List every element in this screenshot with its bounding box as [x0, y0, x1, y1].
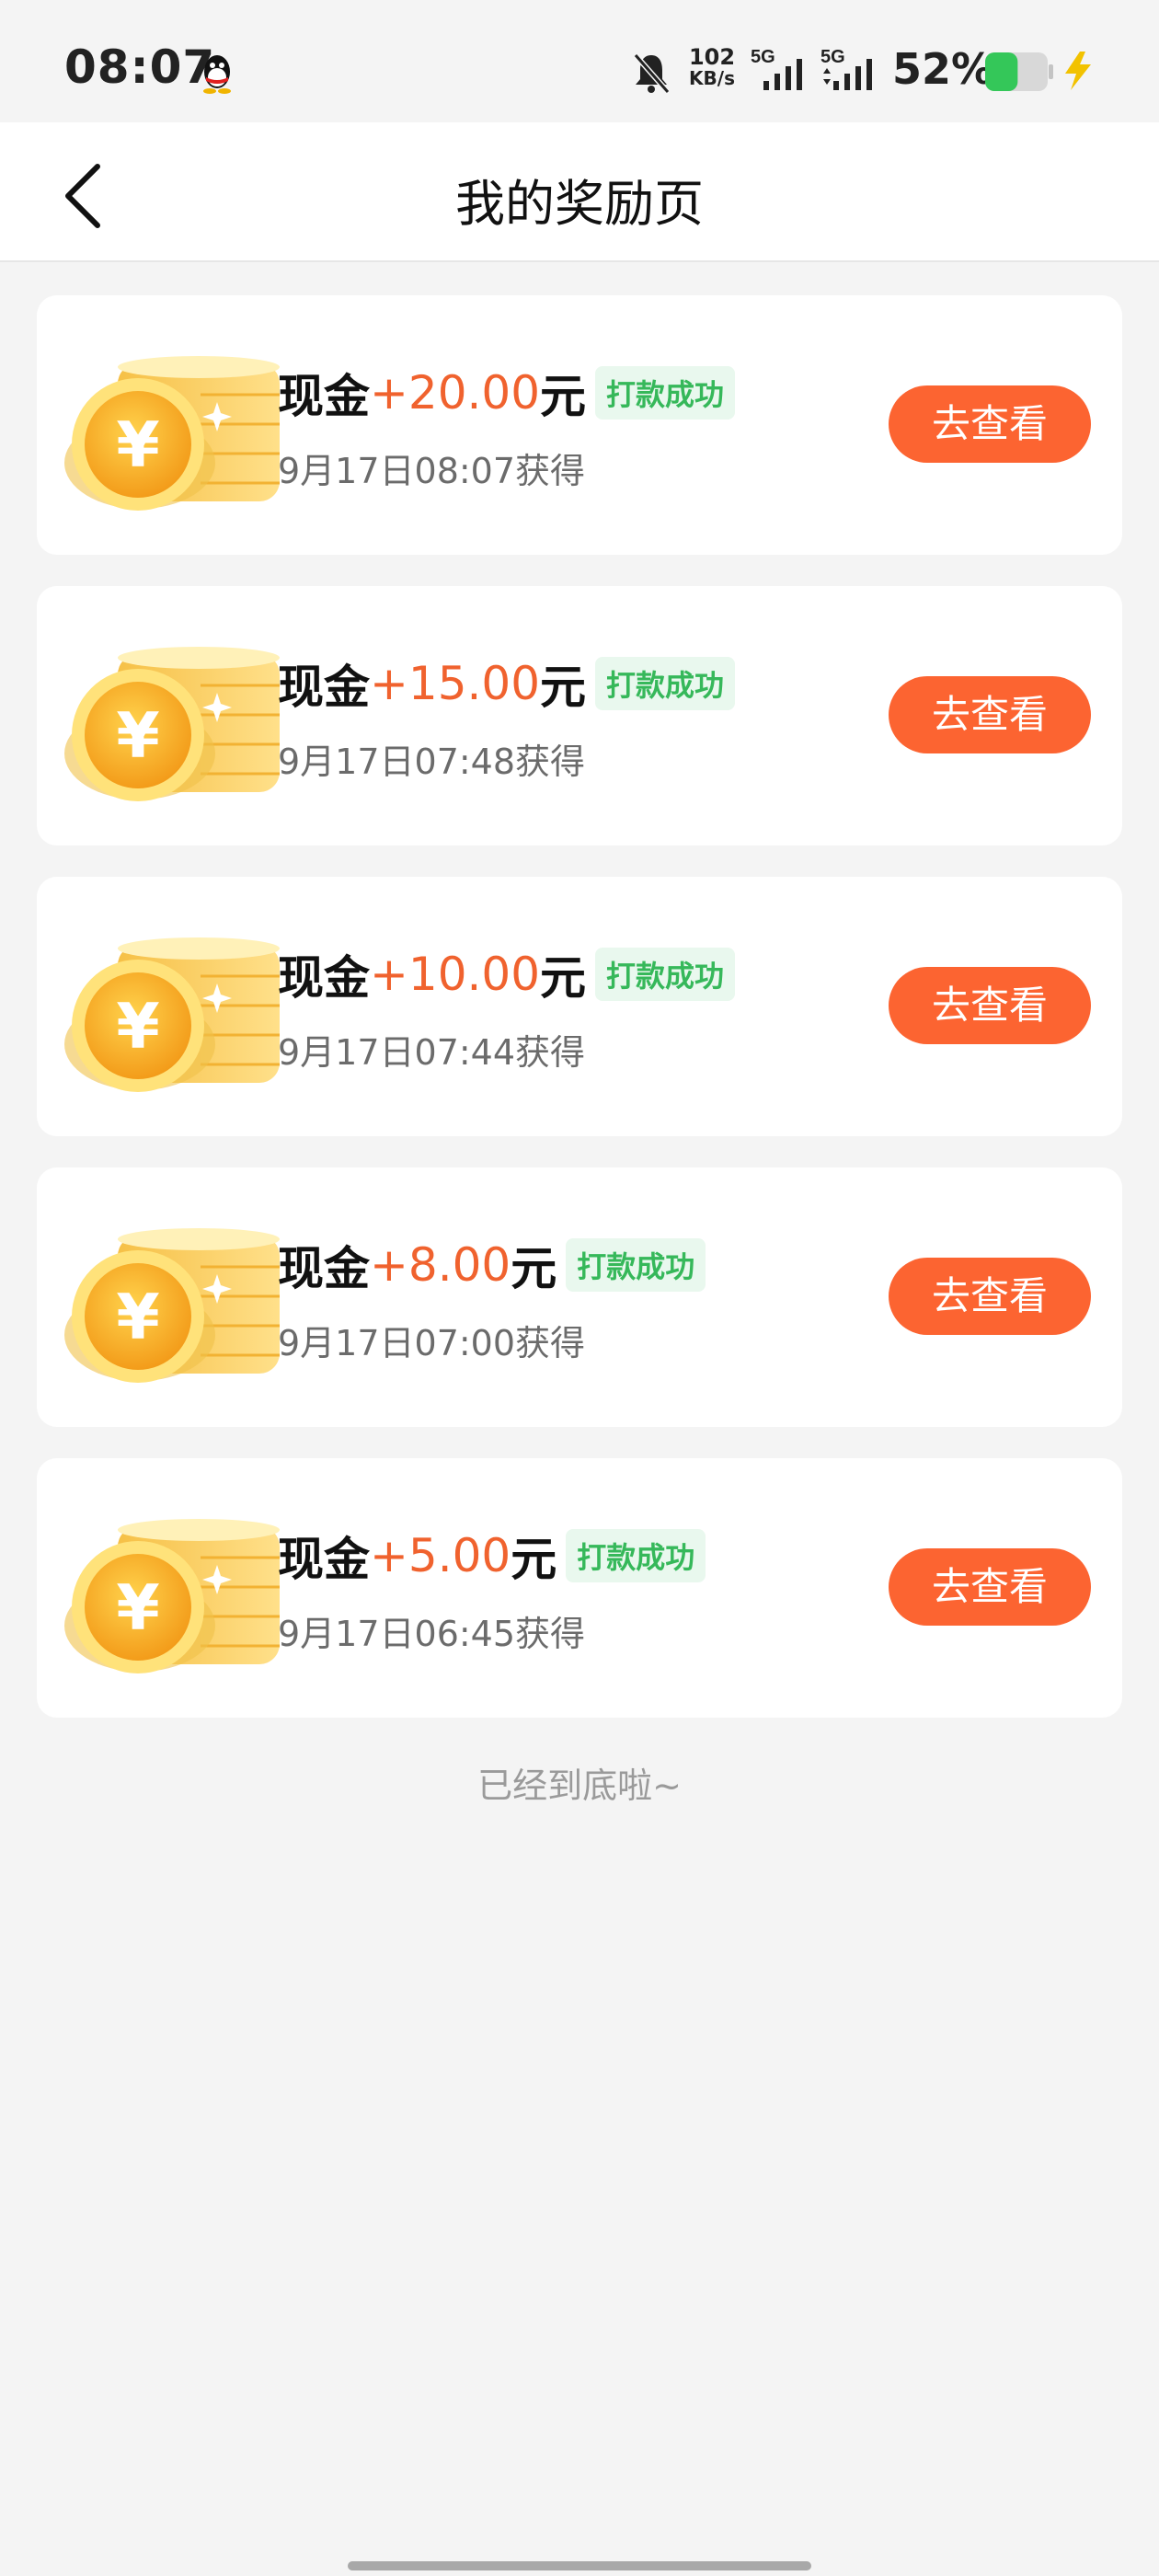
reward-list: ¥ 现金 +20.00 元打款成功 9月17日08:07获得 去查看 ¥ 现金 +15.0… [37, 295, 1122, 1749]
reward-unit: 元 [540, 661, 587, 714]
reward-card: ¥ 现金 +8.00 元打款成功 9月17日07:00获得 去查看 [37, 1167, 1122, 1427]
battery-icon [985, 52, 1053, 91]
reward-title: 现金 +8.00 元打款成功 [278, 1232, 706, 1298]
reward-time: 9月17日07:44获得 [278, 1032, 586, 1073]
bell-muted-icon [633, 53, 671, 94]
sim1-label: 5G [751, 47, 775, 67]
svg-text:¥: ¥ [116, 1572, 159, 1645]
reward-time: 9月17日08:07获得 [278, 451, 586, 491]
status-badge: 打款成功 [595, 657, 736, 710]
network-speed-value: 102 [688, 44, 736, 70]
reward-title: 现金 +5.00 元打款成功 [278, 1523, 706, 1589]
reward-unit: 元 [511, 1242, 557, 1295]
coin-stack-icon: ¥ [64, 937, 280, 1092]
reward-unit: 元 [540, 951, 587, 1005]
reward-label: 现金 [278, 661, 370, 714]
reward-amount: +20.00 [370, 366, 541, 420]
coin-stack-icon: ¥ [64, 1228, 280, 1383]
view-button[interactable]: 去查看 [889, 676, 1091, 753]
status-badge: 打款成功 [595, 366, 736, 420]
reward-card: ¥ 现金 +20.00 元打款成功 9月17日08:07获得 去查看 [37, 295, 1122, 555]
charging-bolt-icon [1065, 52, 1091, 90]
sim2-label: 5G [820, 47, 845, 67]
reward-card: ¥ 现金 +10.00 元打款成功 9月17日07:44获得 去查看 [37, 877, 1122, 1136]
reward-time: 9月17日07:48获得 [278, 742, 586, 782]
svg-text:¥: ¥ [116, 991, 159, 1064]
status-time: 08:07 [64, 40, 216, 94]
reward-time: 9月17日07:00获得 [278, 1323, 586, 1363]
svg-text:¥: ¥ [116, 1282, 159, 1354]
view-button[interactable]: 去查看 [889, 385, 1091, 463]
coin-stack-icon: ¥ [64, 1519, 280, 1673]
reward-amount: +5.00 [370, 1529, 511, 1582]
coin-stack-icon: ¥ [64, 356, 280, 511]
reward-unit: 元 [540, 370, 587, 423]
reward-amount: +10.00 [370, 948, 541, 1001]
reward-title: 现金 +10.00 元打款成功 [278, 941, 736, 1007]
svg-text:¥: ¥ [116, 409, 159, 482]
status-badge: 打款成功 [595, 948, 736, 1001]
status-badge: 打款成功 [566, 1529, 706, 1582]
svg-text:¥: ¥ [116, 700, 159, 773]
page-title: 我的奖励页 [455, 175, 704, 233]
reward-label: 现金 [278, 1533, 370, 1586]
status-badge: 打款成功 [566, 1238, 706, 1292]
status-bar: 08:07 102 KB/s 5G 5G 52% [0, 0, 1159, 122]
view-button[interactable]: 去查看 [889, 967, 1091, 1044]
reward-label: 现金 [278, 951, 370, 1005]
reward-card: ¥ 现金 +15.00 元打款成功 9月17日07:48获得 去查看 [37, 586, 1122, 845]
coin-stack-icon: ¥ [64, 647, 280, 801]
reward-card: ¥ 现金 +5.00 元打款成功 9月17日06:45获得 去查看 [37, 1458, 1122, 1718]
reward-label: 现金 [278, 370, 370, 423]
signal-icon: 5G [820, 47, 872, 90]
reward-time: 9月17日06:45获得 [278, 1614, 586, 1654]
app-header: 我的奖励页 [0, 122, 1159, 262]
network-speed: 102 KB/s [684, 46, 740, 88]
reward-amount: +15.00 [370, 657, 541, 710]
end-of-list-text: 已经到底啦~ [477, 1765, 682, 1806]
network-speed-unit: KB/s [689, 67, 735, 89]
battery-percent: 52% [892, 44, 994, 94]
view-button[interactable]: 去查看 [889, 1258, 1091, 1335]
reward-unit: 元 [511, 1533, 557, 1586]
signal-icon: 5G [751, 47, 802, 90]
reward-title: 现金 +15.00 元打款成功 [278, 650, 736, 717]
reward-title: 现金 +20.00 元打款成功 [278, 360, 736, 426]
home-indicator[interactable] [348, 2561, 811, 2570]
reward-label: 现金 [278, 1242, 370, 1295]
view-button[interactable]: 去查看 [889, 1548, 1091, 1626]
qq-icon [203, 55, 231, 94]
reward-amount: +8.00 [370, 1238, 511, 1292]
